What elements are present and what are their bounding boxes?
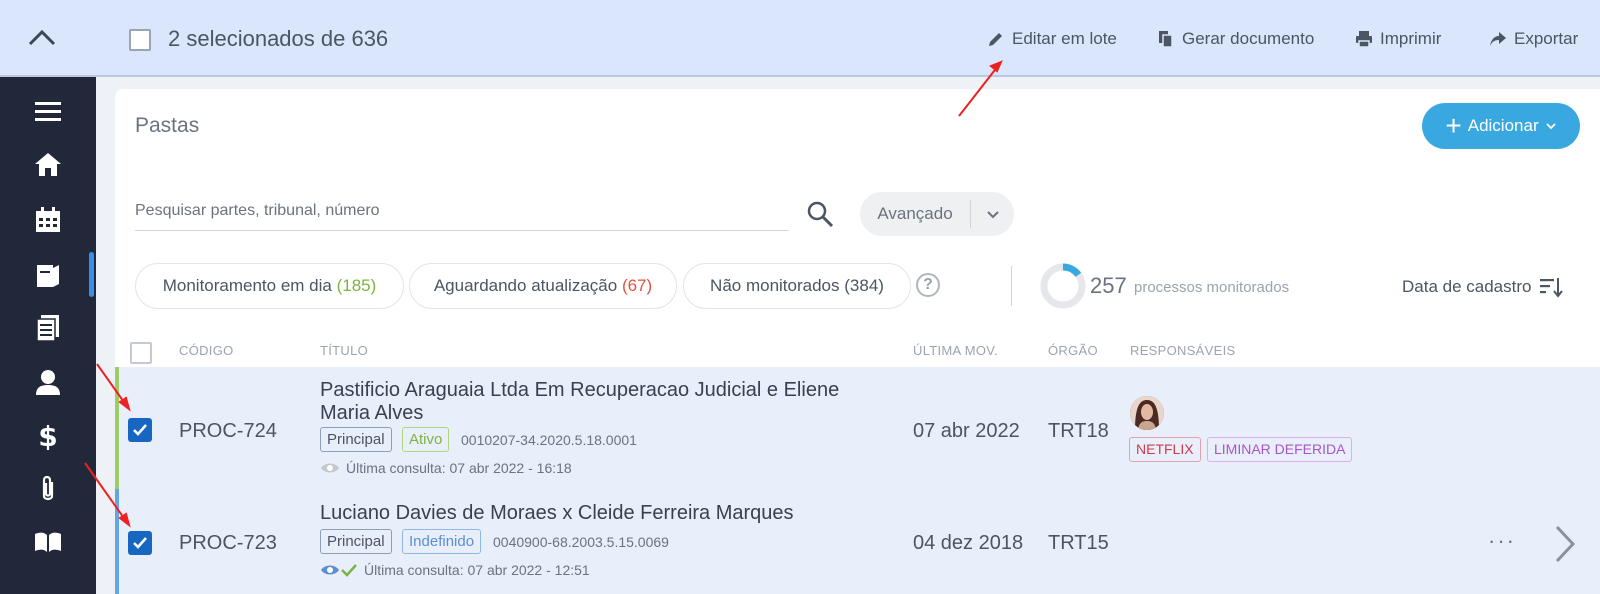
edit-batch-button[interactable]: Editar em lote: [986, 29, 1117, 49]
filter-label: Aguardando atualização: [433, 276, 618, 295]
tag-status: Indefinido: [402, 529, 482, 554]
org-code: TRT18: [1048, 420, 1109, 442]
svg-text:$: $: [38, 420, 57, 450]
row-checkbox[interactable]: [128, 531, 152, 555]
edit-batch-label: Editar em lote: [1012, 29, 1117, 48]
add-button[interactable]: + Adicionar: [1422, 103, 1580, 149]
last-movement-date: 04 dez 2018: [913, 532, 1024, 554]
generate-document-button[interactable]: Gerar documento: [1156, 29, 1314, 49]
filter-count: (185): [336, 276, 377, 295]
eye-icon: [321, 463, 339, 473]
filter-monitored[interactable]: Monitoramento em dia (185): [135, 263, 404, 309]
pencil-icon: [989, 33, 1002, 46]
row-code: PROC-724: [179, 420, 277, 442]
tag-principal: Principal: [320, 529, 392, 554]
tag-status: Ativo: [402, 427, 450, 452]
search-icon[interactable]: [806, 200, 834, 228]
filter-count: (384): [844, 276, 884, 295]
filter-awaiting-update[interactable]: Aguardando atualização (67): [409, 263, 677, 309]
more-options-button[interactable]: ···: [1488, 528, 1516, 554]
person-icon[interactable]: [0, 357, 96, 407]
help-icon[interactable]: ?: [916, 273, 940, 297]
check-icon: [133, 424, 147, 436]
sort-label: Data de cadastro: [1402, 277, 1532, 296]
menu-icon[interactable]: [0, 87, 96, 137]
monitoring-donut-chart: [1040, 263, 1086, 309]
add-label: Adicionar: [1467, 116, 1539, 135]
header-select-checkbox[interactable]: [130, 342, 152, 364]
select-all-checkbox[interactable]: [129, 29, 151, 51]
export-label: Exportar: [1514, 29, 1579, 48]
last-movement-date: 07 abr 2022: [913, 420, 1020, 442]
check-icon: [133, 537, 147, 549]
avatar[interactable]: [1130, 396, 1164, 430]
sidebar-active-indicator: [89, 252, 94, 297]
monitored-label: processos monitorados: [1134, 279, 1290, 296]
column-header-title[interactable]: TÍTULO: [320, 343, 368, 358]
column-header-responsibles[interactable]: RESPONSÁVEIS: [1130, 343, 1235, 358]
divider: [1011, 266, 1012, 306]
chevron-up-icon[interactable]: [24, 20, 60, 56]
row-title-line: Luciano Davies de Moraes x Cleide Ferrei…: [320, 502, 794, 524]
check-icon: [341, 564, 357, 577]
selection-bar: 2 selecionados de 636 Editar em lote Ger…: [0, 0, 1600, 77]
search-field: [135, 195, 789, 231]
paperclip-icon[interactable]: [0, 464, 96, 514]
plus-icon: +: [1445, 110, 1462, 141]
share-icon: [1490, 32, 1506, 46]
row-title-line: Pastificio Araguaia Ltda Em Recuperacao …: [320, 379, 840, 401]
process-number: 0040900-68.2003.5.15.0069: [493, 534, 669, 550]
last-query: Última consulta: 07 abr 2022 - 12:51: [320, 562, 590, 578]
advanced-search-button[interactable]: Avançado: [860, 192, 1014, 236]
calendar-icon[interactable]: [0, 195, 96, 245]
chevron-down-icon[interactable]: [971, 206, 1014, 222]
book-icon[interactable]: [0, 517, 96, 567]
last-query-text: Última consulta: 07 abr 2022 - 16:18: [346, 460, 572, 476]
row-checkbox[interactable]: [128, 418, 152, 442]
printer-icon: [1356, 31, 1372, 48]
last-query-text: Última consulta: 07 abr 2022 - 12:51: [364, 562, 590, 578]
selection-count: 2 selecionados de 636: [168, 26, 389, 51]
documents-icon[interactable]: [0, 303, 96, 353]
label-netflix[interactable]: NETFLIX: [1129, 437, 1201, 462]
sidebar: $: [0, 77, 96, 594]
filter-count: (67): [621, 276, 653, 295]
org-code: TRT15: [1048, 532, 1109, 554]
copy-icon: [1159, 31, 1173, 48]
page-title: Pastas: [135, 114, 200, 137]
home-icon[interactable]: [0, 140, 96, 190]
tag-principal: Principal: [320, 427, 392, 452]
column-header-org[interactable]: ÓRGÃO: [1048, 343, 1098, 358]
sort-icon: [1540, 278, 1564, 298]
filter-not-monitored[interactable]: Não monitorados (384): [683, 263, 911, 309]
dollar-icon[interactable]: $: [0, 410, 96, 460]
process-number: 0010207-34.2020.5.18.0001: [461, 432, 637, 448]
search-input[interactable]: [135, 195, 789, 227]
generate-document-label: Gerar documento: [1182, 29, 1315, 48]
row-code: PROC-723: [179, 532, 277, 554]
chevron-down-icon: [1545, 123, 1556, 130]
eye-icon: [321, 565, 339, 575]
row-title[interactable]: Pastificio Araguaia Ltda Em Recuperacao …: [320, 379, 839, 425]
folder-icon[interactable]: [0, 250, 96, 300]
row-title[interactable]: Luciano Davies de Moraes x Cleide Ferrei…: [320, 502, 794, 525]
column-header-code[interactable]: CÓDIGO: [179, 343, 234, 358]
filter-label: Monitoramento em dia: [162, 276, 332, 295]
print-label: Imprimir: [1380, 29, 1442, 48]
label-liminar-deferida[interactable]: LIMINAR DEFERIDA: [1207, 437, 1353, 462]
chevron-right-icon[interactable]: [1552, 524, 1578, 569]
last-query: Última consulta: 07 abr 2022 - 16:18: [320, 460, 572, 476]
print-button[interactable]: Imprimir: [1354, 29, 1441, 49]
sort-button[interactable]: Data de cadastro: [1402, 276, 1564, 298]
row-title-line: Maria Alves: [320, 402, 424, 424]
monitored-count: 257: [1090, 273, 1127, 298]
advanced-label: Avançado: [877, 204, 953, 223]
column-header-last-movement[interactable]: ÚLTIMA MOV.: [913, 343, 998, 358]
export-button[interactable]: Exportar: [1488, 29, 1578, 49]
filter-label: Não monitorados: [710, 276, 840, 295]
